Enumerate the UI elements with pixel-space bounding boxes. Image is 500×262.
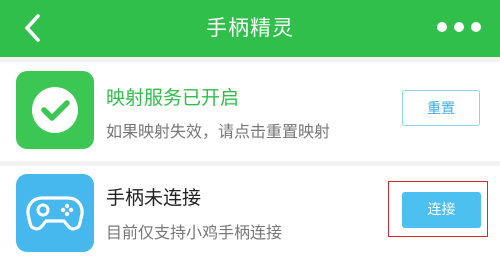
gamepad-card: 手柄未连接 目前仅支持小鸡手柄连接 连接 — [0, 166, 500, 262]
gamepad-status-tile — [16, 174, 94, 252]
page-title: 手柄精灵 — [206, 16, 294, 40]
app-screen: 手柄精灵 映射服务已开启 如果映射失效，请点击重置映射 重置 手柄未连接 目前仅… — [0, 0, 500, 262]
more-dots-icon — [437, 22, 481, 32]
service-status-tile — [16, 71, 94, 149]
reset-mapping-button[interactable]: 重置 — [402, 90, 480, 126]
mapping-service-card: 映射服务已开启 如果映射失效，请点击重置映射 重置 — [0, 62, 500, 161]
connect-button[interactable]: 连接 — [402, 192, 481, 228]
check-circle-icon — [32, 87, 78, 133]
gamepad-icon — [26, 196, 84, 231]
top-bar: 手柄精灵 — [0, 0, 500, 57]
service-status-hint: 如果映射失效，请点击重置映射 — [106, 122, 331, 141]
gamepad-status-title: 手柄未连接 — [106, 187, 202, 209]
gamepad-support-hint: 目前仅支持小鸡手柄连接 — [106, 223, 283, 242]
more-options-button[interactable] — [430, 14, 488, 44]
service-status-title: 映射服务已开启 — [106, 87, 240, 109]
